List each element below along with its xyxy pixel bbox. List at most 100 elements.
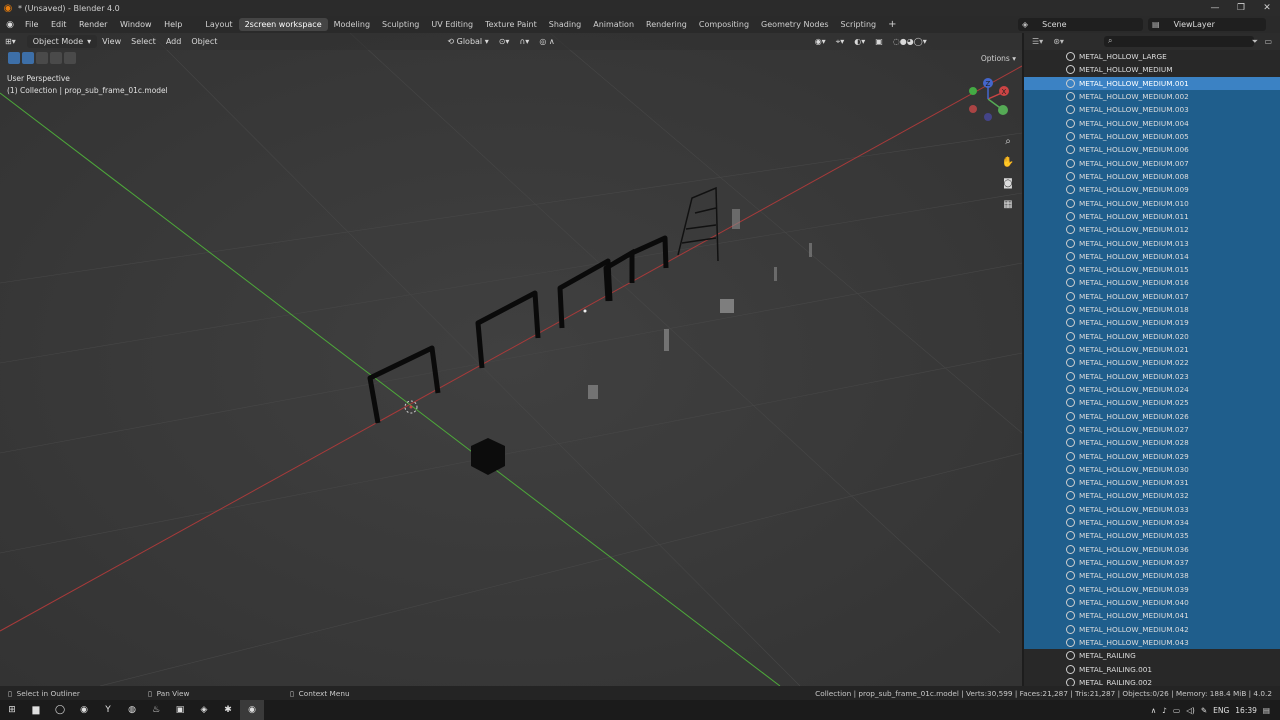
outliner-item[interactable]: METAL_HOLLOW_MEDIUM.019 [1024,316,1280,330]
editor-type-icon[interactable]: ⊞▾ [0,37,21,46]
outliner-item[interactable]: METAL_HOLLOW_MEDIUM.023 [1024,369,1280,383]
tab-geometry-nodes[interactable]: Geometry Nodes [755,18,834,31]
outliner-item[interactable]: METAL_HOLLOW_MEDIUM.015 [1024,263,1280,277]
tab-layout[interactable]: Layout [199,18,238,31]
outliner-panel[interactable]: ☰▾ ⊛▾ ⌕ ⏷ ▭ METAL_HOLLOW_LARGE METAL_HOLL… [1024,33,1280,686]
outliner-item[interactable]: METAL_HOLLOW_MEDIUM [1024,63,1280,76]
outliner-item[interactable]: METAL_HOLLOW_MEDIUM.011 [1024,209,1280,224]
menu-file[interactable]: File [20,20,43,29]
object-mode-dropdown[interactable]: Object Mode ▾ [26,35,98,48]
xray-toggle-icon[interactable]: ▣ [870,37,888,46]
outliner-item[interactable]: METAL_HOLLOW_MEDIUM.029 [1024,449,1280,463]
outliner-item[interactable]: METAL_HOLLOW_MEDIUM.020 [1024,329,1280,343]
outliner-item[interactable]: METAL_HOLLOW_MEDIUM.007 [1024,156,1280,170]
filter-icon[interactable]: ⏷ [1252,37,1258,47]
pivot-point-icon[interactable]: ⊙▾ [494,37,515,46]
app-flame-icon[interactable]: ♨ [144,700,168,720]
app-y-icon[interactable]: Y [96,700,120,720]
small-prop-2[interactable] [664,329,669,351]
viewport-scene[interactable]: X Z [0,33,1022,686]
display-mode-icon[interactable]: ⊛▾ [1053,37,1064,46]
crate-prop[interactable] [720,299,734,313]
minimize-button[interactable]: — [1202,0,1228,16]
select-invert-icon[interactable] [64,52,76,64]
outliner-item[interactable]: METAL_HOLLOW_MEDIUM.002 [1024,89,1280,104]
outliner-item[interactable]: METAL_HOLLOW_MEDIUM.001 [1024,76,1280,90]
grid-view-icon[interactable]: ▦ [1000,196,1016,212]
outliner-editor-icon[interactable]: ☰▾ [1032,37,1043,46]
small-prop-4[interactable] [774,267,777,281]
add-workspace-button[interactable]: + [882,19,902,30]
outliner-item[interactable]: METAL_HOLLOW_LARGE [1024,50,1280,63]
outliner-item[interactable]: METAL_HOLLOW_MEDIUM.017 [1024,289,1280,303]
outliner-item[interactable]: METAL_HOLLOW_MEDIUM.040 [1024,595,1280,610]
small-prop-3[interactable] [732,209,740,229]
tab-rendering[interactable]: Rendering [640,18,693,31]
outliner-item[interactable]: METAL_HOLLOW_MEDIUM.009 [1024,183,1280,197]
clock[interactable]: 16:39 [1235,706,1257,715]
zoom-icon[interactable]: ⌕ [1000,133,1016,149]
outliner-item[interactable]: METAL_HOLLOW_MEDIUM.041 [1024,609,1280,623]
language-indicator[interactable]: ENG [1213,706,1229,715]
outliner-item[interactable]: METAL_HOLLOW_MEDIUM.035 [1024,529,1280,543]
new-collection-icon[interactable]: ▭ [1264,37,1272,46]
viewport-menu-object[interactable]: Object [186,37,222,46]
select-subtract-icon[interactable] [50,52,62,64]
discord-icon[interactable]: ◈ [192,700,216,720]
outliner-item[interactable]: METAL_HOLLOW_MEDIUM.033 [1024,502,1280,516]
menu-render[interactable]: Render [74,20,112,29]
outliner-item[interactable]: METAL_HOLLOW_MEDIUM.043 [1024,635,1280,650]
outliner-item[interactable]: METAL_HOLLOW_MEDIUM.036 [1024,542,1280,556]
tray-chevron-icon[interactable]: ∧ [1151,706,1157,715]
menu-edit[interactable]: Edit [46,20,72,29]
outliner-item[interactable]: METAL_HOLLOW_MEDIUM.042 [1024,622,1280,636]
app-gear-icon[interactable]: ✱ [216,700,240,720]
outliner-item[interactable]: METAL_RAILING.002 [1024,676,1280,686]
outliner-item[interactable]: METAL_HOLLOW_MEDIUM.034 [1024,515,1280,530]
github-icon[interactable]: ◍ [120,700,144,720]
outliner-item[interactable]: METAL_HOLLOW_MEDIUM.026 [1024,409,1280,423]
shading-modes-icon[interactable]: ◌●◕◯▾ [888,37,932,46]
chrome-icon[interactable]: ◉ [72,700,96,720]
small-prop-5[interactable] [809,243,812,257]
blender-menu-icon[interactable]: ◉ [0,20,20,30]
outliner-item[interactable]: METAL_HOLLOW_MEDIUM.024 [1024,382,1280,397]
outliner-item[interactable]: METAL_HOLLOW_MEDIUM.010 [1024,196,1280,210]
outliner-item[interactable]: METAL_HOLLOW_MEDIUM.022 [1024,356,1280,370]
outliner-item[interactable]: METAL_HOLLOW_MEDIUM.014 [1024,249,1280,263]
tab-scripting[interactable]: Scripting [835,18,883,31]
camera-icon[interactable]: ◙ [1000,175,1016,191]
menu-help[interactable]: Help [159,20,187,29]
options-dropdown[interactable]: Options ▾ [981,54,1016,63]
file-explorer-icon[interactable]: ▆ [24,700,48,720]
network-icon[interactable]: ▭ [1173,706,1180,715]
select-extend-icon[interactable] [36,52,48,64]
tab-compositing[interactable]: Compositing [693,18,755,31]
outliner-item[interactable]: METAL_HOLLOW_MEDIUM.021 [1024,342,1280,357]
browser-icon[interactable]: ◯ [48,700,72,720]
tab-animation[interactable]: Animation [587,18,640,31]
volume-icon[interactable]: ◁) [1186,706,1195,715]
outliner-item[interactable]: METAL_HOLLOW_MEDIUM.012 [1024,223,1280,237]
overlay-toggle-icon[interactable]: ◐▾ [849,37,870,46]
outliner-item[interactable]: METAL_HOLLOW_MEDIUM.039 [1024,582,1280,596]
microphone-icon[interactable]: ♪ [1162,706,1167,715]
outliner-item[interactable]: METAL_HOLLOW_MEDIUM.037 [1024,555,1280,570]
close-button[interactable]: ✕ [1254,0,1280,16]
tab-uv-editing[interactable]: UV Editing [425,18,479,31]
view-layer-selector[interactable]: ▤ ViewLayer [1148,18,1266,31]
viewport-menu-view[interactable]: View [97,37,126,46]
maximize-button[interactable]: ❐ [1228,0,1254,16]
tab-shading[interactable]: Shading [543,18,588,31]
outliner-item[interactable]: METAL_HOLLOW_MEDIUM.005 [1024,129,1280,144]
outliner-item[interactable]: METAL_HOLLOW_MEDIUM.004 [1024,116,1280,130]
notifications-icon[interactable]: ▤ [1263,706,1270,715]
outliner-search-input[interactable]: ⌕ [1104,36,1254,47]
outliner-item[interactable]: METAL_RAILING [1024,649,1280,662]
transform-orientation-dropdown[interactable]: ⟲ Global ▾ [442,37,493,46]
tab-2screen-workspace[interactable]: 2screen workspace [238,18,328,31]
outliner-item[interactable]: METAL_HOLLOW_MEDIUM.028 [1024,436,1280,450]
outliner-item[interactable]: METAL_HOLLOW_MEDIUM.008 [1024,169,1280,184]
proportional-edit-icon[interactable]: ◎ ∧ [534,37,559,46]
outliner-item[interactable]: METAL_HOLLOW_MEDIUM.032 [1024,489,1280,503]
